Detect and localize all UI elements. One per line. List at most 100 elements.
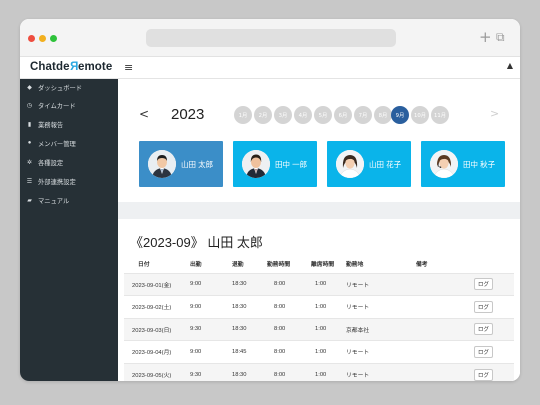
log-cell: ログ bbox=[474, 317, 514, 341]
close-window-button[interactable] bbox=[28, 35, 35, 42]
sidebar-item-label: メンバー管理 bbox=[38, 140, 76, 148]
maximize-window-button[interactable] bbox=[50, 35, 57, 42]
table-row: 2023-09-05(火) 9:30 18:30 8:00 1:00 リモート … bbox=[124, 362, 514, 381]
month-button[interactable]: 6月 bbox=[334, 106, 352, 124]
column-header: 勤務地 bbox=[346, 262, 364, 269]
book-icon: ▰ bbox=[27, 197, 32, 204]
next-year-button[interactable]: > bbox=[490, 107, 499, 120]
sidebar-item-settings[interactable]: ✲ 各種設定 bbox=[26, 156, 63, 168]
month-button[interactable]: 2月 bbox=[254, 106, 272, 124]
app-window: + ⧉ ChatdeRemote ≡ ▲ ◆ ダッシュボード ◷ タイムカード ▮ 業… bbox=[20, 19, 520, 381]
location-cell: リモート bbox=[346, 362, 388, 381]
window-titlebar: + ⧉ bbox=[20, 19, 520, 57]
away-time-cell: 1:00 bbox=[311, 317, 346, 341]
work-time-cell: 8:00 bbox=[267, 272, 311, 296]
date-cell: 2023-09-02(土) bbox=[124, 295, 190, 318]
work-time-cell: 8:00 bbox=[267, 340, 311, 363]
log-cell: ログ bbox=[474, 362, 514, 381]
end-cell: 18:30 bbox=[232, 362, 267, 381]
log-button[interactable]: ログ bbox=[474, 300, 494, 313]
date-cell: 2023-09-05(火) bbox=[124, 362, 190, 381]
note-cell bbox=[388, 317, 474, 341]
window-copy-icon[interactable]: ⧉ bbox=[496, 28, 505, 46]
work-time-cell: 8:00 bbox=[267, 317, 311, 341]
app-header: ChatdeRemote ≡ ▲ bbox=[20, 57, 520, 79]
sidebar-item-report[interactable]: ▮ 業務報告 bbox=[26, 118, 63, 130]
away-time-cell: 1:00 bbox=[311, 362, 346, 381]
menu-toggle-icon[interactable]: ≡ bbox=[124, 61, 133, 74]
sidebar-item-manual[interactable]: ▰ マニュアル bbox=[26, 194, 69, 206]
log-button[interactable]: ログ bbox=[474, 278, 494, 291]
start-cell: 9:30 bbox=[190, 317, 232, 341]
sidebar-item-label: マニュアル bbox=[38, 197, 70, 205]
location-cell: リモート bbox=[346, 295, 388, 318]
column-header: 勤務時間 bbox=[267, 262, 291, 269]
log-button[interactable]: ログ bbox=[474, 368, 494, 381]
note-cell bbox=[388, 295, 474, 318]
away-time-cell: 1:00 bbox=[311, 272, 346, 296]
log-cell: ログ bbox=[474, 340, 514, 363]
attendance-table: 日付 出勤 退勤 勤務時間 離席時間 勤務地 備考 2023-09-01(金) … bbox=[124, 255, 514, 381]
member-icon: ● bbox=[27, 140, 32, 146]
log-cell: ログ bbox=[474, 295, 514, 318]
sidebar-item-dashboard[interactable]: ◆ ダッシュボード bbox=[26, 81, 82, 93]
member-card[interactable]: 田中 一郎 bbox=[233, 141, 317, 187]
end-cell: 18:30 bbox=[232, 295, 267, 318]
sidebar-item-members[interactable]: ● メンバー管理 bbox=[26, 137, 76, 149]
sidebar-item-integrations[interactable]: ☰ 外部連携設定 bbox=[26, 175, 76, 187]
month-button[interactable]: 1月 bbox=[234, 106, 252, 124]
member-name: 山田 花子 bbox=[369, 159, 402, 169]
new-tab-icon[interactable]: + bbox=[479, 28, 492, 46]
start-cell: 9:00 bbox=[190, 340, 232, 363]
month-button[interactable]: 10月 bbox=[411, 106, 429, 124]
end-cell: 18:30 bbox=[232, 317, 267, 341]
sidebar-item-label: タイムカード bbox=[38, 102, 76, 110]
work-time-cell: 8:00 bbox=[267, 295, 311, 318]
sidebar-item-label: ダッシュボード bbox=[38, 84, 83, 92]
location-cell: 京都本社 bbox=[346, 317, 388, 341]
avatar bbox=[148, 150, 176, 178]
report-icon: ▮ bbox=[27, 121, 32, 128]
user-icon[interactable]: ▲ bbox=[507, 61, 513, 70]
list-icon: ☰ bbox=[26, 178, 33, 185]
column-header: 日付 bbox=[138, 262, 150, 269]
sidebar-item-label: 業務報告 bbox=[38, 121, 64, 129]
end-cell: 18:30 bbox=[232, 272, 267, 296]
detail-title: 《2023-09》 山田 太郎 bbox=[130, 235, 263, 250]
sidebar-item-timecard[interactable]: ◷ タイムカード bbox=[26, 99, 76, 111]
clock-icon: ◷ bbox=[26, 102, 33, 109]
app-logo: ChatdeRemote bbox=[30, 61, 113, 73]
sidebar-item-label: 各種設定 bbox=[38, 159, 64, 167]
start-cell: 9:00 bbox=[190, 272, 232, 296]
table-row: 2023-09-04(月) 9:00 18:45 8:00 1:00 リモート … bbox=[124, 340, 514, 363]
month-button[interactable]: 3月 bbox=[274, 106, 292, 124]
prev-year-button[interactable]: < bbox=[139, 107, 149, 121]
avatar bbox=[242, 150, 270, 178]
month-button[interactable]: 11月 bbox=[431, 106, 449, 124]
month-button[interactable]: 8月 bbox=[374, 106, 392, 124]
year-label: 2023 bbox=[171, 106, 205, 123]
log-button[interactable]: ログ bbox=[474, 323, 494, 336]
address-bar[interactable] bbox=[146, 29, 396, 47]
date-cell: 2023-09-03(日) bbox=[124, 317, 190, 341]
main-content: < 2023 1月 2月 3月 4月 5月 6月 7月 8月 9月 10月 11… bbox=[118, 79, 520, 381]
month-button-active[interactable]: 9月 bbox=[391, 106, 409, 124]
member-card[interactable]: 山田 花子 bbox=[327, 141, 411, 187]
log-button[interactable]: ログ bbox=[474, 345, 494, 358]
column-header: 退勤 bbox=[232, 262, 244, 269]
end-cell: 18:45 bbox=[232, 340, 267, 363]
start-cell: 9:30 bbox=[190, 362, 232, 381]
column-header: 出勤 bbox=[190, 262, 202, 269]
note-cell bbox=[388, 362, 474, 381]
month-button[interactable]: 5月 bbox=[314, 106, 332, 124]
note-cell bbox=[388, 340, 474, 363]
member-card[interactable]: 山田 太郎 bbox=[139, 141, 223, 187]
location-cell: リモート bbox=[346, 340, 388, 363]
location-cell: リモート bbox=[346, 272, 388, 296]
month-button[interactable]: 7月 bbox=[354, 106, 372, 124]
minimize-window-button[interactable] bbox=[39, 35, 46, 42]
month-button[interactable]: 4月 bbox=[294, 106, 312, 124]
member-card[interactable]: 田中 秋子 bbox=[421, 141, 505, 187]
table-header-row: 日付 出勤 退勤 勤務時間 離席時間 勤務地 備考 bbox=[124, 255, 514, 273]
sidebar: ◆ ダッシュボード ◷ タイムカード ▮ 業務報告 ● メンバー管理 ✲ 各種設定 ☰ 外部… bbox=[20, 79, 118, 381]
